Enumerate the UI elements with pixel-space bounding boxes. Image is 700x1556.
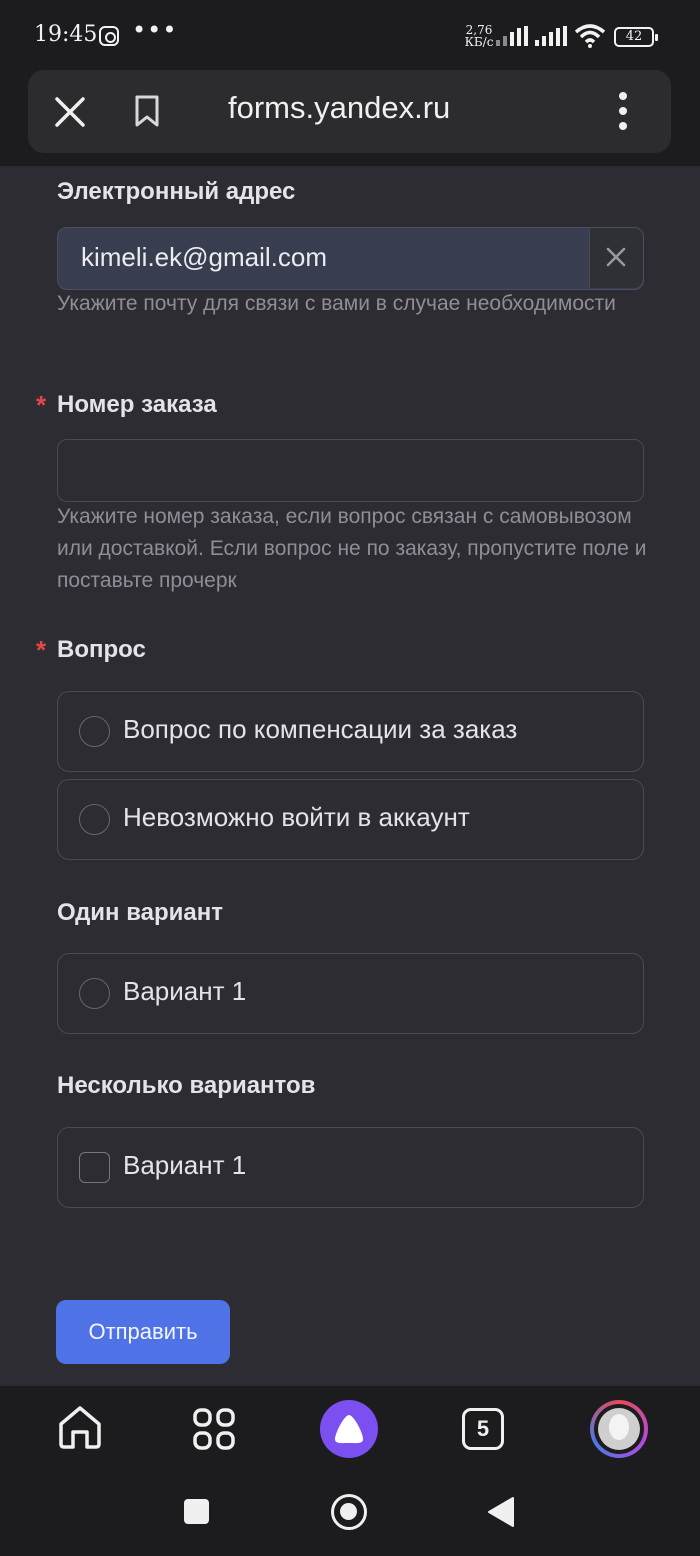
radio-button[interactable] <box>79 716 110 747</box>
status-bar: 19:45 ••• 2,76 КБ/с 42 <box>0 0 700 70</box>
option-label[interactable]: Вариант 1 <box>123 976 246 1007</box>
tabs-counter-icon[interactable]: 5 <box>462 1408 504 1450</box>
alice-icon[interactable] <box>320 1400 378 1458</box>
radio-button[interactable] <box>79 804 110 835</box>
network-speed-unit: КБ/с <box>464 35 494 49</box>
question-option[interactable]: Вопрос по компенсации за заказ <box>57 691 644 772</box>
browser-bottom-nav: 5 <box>0 1386 700 1476</box>
submit-button[interactable]: Отправить <box>56 1300 230 1364</box>
signal-icon-2 <box>535 26 567 46</box>
battery-icon: 42 <box>614 27 658 47</box>
signal-icon <box>496 26 528 46</box>
url-bar[interactable]: forms.yandex.ru <box>28 70 671 153</box>
apps-grid-icon[interactable] <box>193 1408 235 1450</box>
home-circle-icon[interactable] <box>331 1494 367 1530</box>
single-choice-label: Один вариант <box>57 899 224 926</box>
clear-email-button[interactable] <box>589 228 643 288</box>
close-icon[interactable] <box>54 96 86 128</box>
checkbox[interactable] <box>79 1152 110 1183</box>
email-hint: Укажите почту для связи с вами в случае … <box>57 292 616 315</box>
order-number-label: Номер заказа <box>57 391 217 418</box>
profile-avatar[interactable] <box>590 1400 648 1458</box>
option-label[interactable]: Вопрос по компенсации за заказ <box>123 714 517 745</box>
more-notifications-icon: ••• <box>132 16 178 44</box>
radio-button[interactable] <box>79 978 110 1009</box>
required-mark: * <box>36 635 47 665</box>
email-label: Электронный адрес <box>57 178 296 205</box>
bookmark-icon[interactable] <box>132 94 162 128</box>
wifi-icon <box>574 24 606 48</box>
network-speed: 2,76 КБ/с <box>464 24 494 48</box>
browser-toolbar: forms.yandex.ru <box>0 70 700 166</box>
recents-icon[interactable] <box>184 1499 209 1524</box>
app-notification-icon <box>99 26 119 46</box>
option-label[interactable]: Невозможно войти в аккаунт <box>123 802 470 833</box>
multi-choice-label: Несколько вариантов <box>57 1072 316 1099</box>
question-option[interactable]: Невозможно войти в аккаунт <box>57 779 644 860</box>
status-time: 19:45 <box>34 22 98 47</box>
required-mark: * <box>36 390 47 420</box>
order-number-hint: Укажите номер заказа, если вопрос связан… <box>57 505 647 592</box>
back-icon[interactable] <box>487 1496 515 1528</box>
option-label[interactable]: Вариант 1 <box>123 1150 246 1181</box>
form: Электронный адрес kimeli.ek@gmail.com Ук… <box>0 166 700 1386</box>
email-field[interactable]: kimeli.ek@gmail.com <box>57 227 644 290</box>
more-vertical-icon[interactable] <box>618 92 628 132</box>
system-nav-bar <box>0 1476 700 1556</box>
multi-choice-option[interactable]: Вариант 1 <box>57 1127 644 1208</box>
clear-icon[interactable] <box>606 247 626 267</box>
single-choice-option[interactable]: Вариант 1 <box>57 953 644 1034</box>
email-value[interactable]: kimeli.ek@gmail.com <box>81 242 327 273</box>
order-number-field[interactable] <box>57 439 644 502</box>
question-label: Вопрос <box>57 636 146 663</box>
home-icon[interactable] <box>57 1404 103 1450</box>
url-text[interactable]: forms.yandex.ru <box>228 90 450 126</box>
